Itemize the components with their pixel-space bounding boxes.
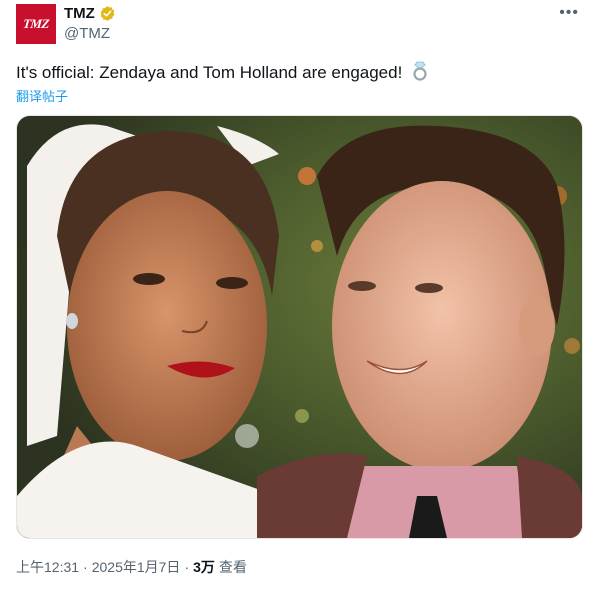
meta-separator-2: · xyxy=(184,559,190,575)
photo-illustration xyxy=(17,116,582,538)
tweet-body: It's official: Zendaya and Tom Holland a… xyxy=(16,63,403,82)
meta-separator: · xyxy=(83,559,88,575)
tweet-meta: 上午12:31 · 2025年1月7日 · 3万 查看 xyxy=(16,557,247,577)
ring-emoji-icon xyxy=(413,61,427,81)
tweet-time[interactable]: 上午12:31 xyxy=(16,557,79,577)
tweet-text: It's official: Zendaya and Tom Holland a… xyxy=(16,61,576,84)
author-name-row: TMZ xyxy=(64,5,116,22)
avatar-logo-text: TMZ xyxy=(22,16,50,31)
display-name[interactable]: TMZ xyxy=(64,5,95,22)
avatar[interactable]: TMZ xyxy=(16,4,56,44)
tweet-date[interactable]: 2025年1月7日 xyxy=(92,557,181,577)
more-horizontal-icon[interactable]: ••• xyxy=(559,4,579,22)
translate-post-link[interactable]: 翻译帖子 xyxy=(16,86,68,105)
views-label: 查看 xyxy=(218,559,247,575)
views-count: 3万 xyxy=(193,559,215,575)
tweet-photo[interactable] xyxy=(16,115,583,539)
verified-badge-icon xyxy=(100,6,115,21)
author-handle[interactable]: @TMZ xyxy=(64,25,110,42)
